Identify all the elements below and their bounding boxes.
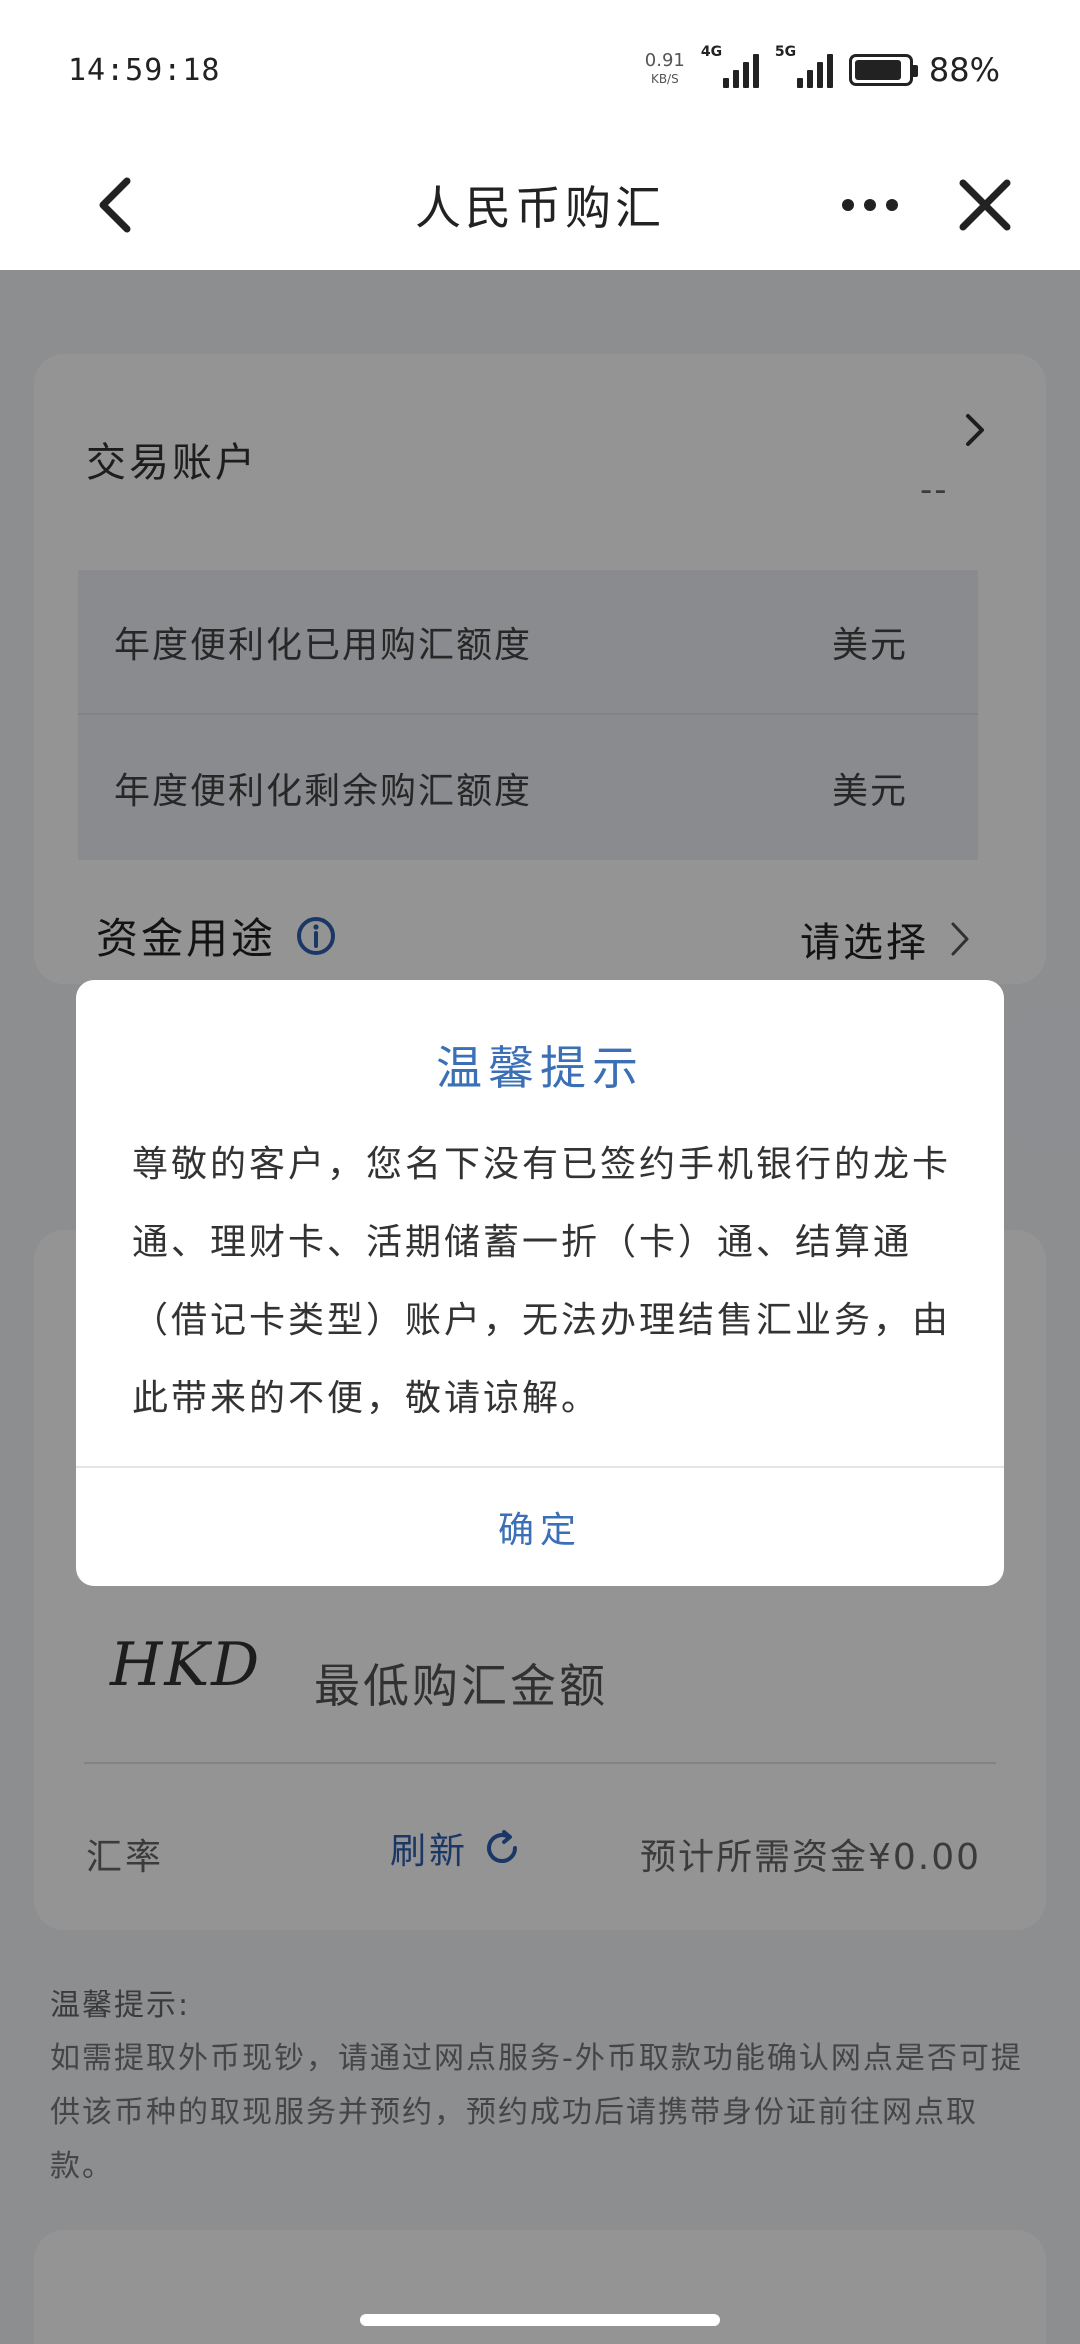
dialog-title: 温馨提示 <box>436 1041 644 1095</box>
more-horizontal-icon <box>842 199 854 211</box>
net-speed-unit: KB/S <box>650 72 679 86</box>
status-time: 14:59:18 <box>68 52 221 88</box>
battery-icon <box>848 54 918 86</box>
battery-percent: 88% <box>928 51 1000 89</box>
page-title: 人民币购汇 <box>415 181 665 235</box>
home-indicator[interactable] <box>360 2314 720 2326</box>
net-speed: 0.91 KB/S <box>645 52 685 88</box>
more-button[interactable] <box>830 170 910 240</box>
page: 14:59:18 0.91 KB/S 4G 5G 88% 人民币购汇 交易账户 … <box>0 0 1080 2344</box>
alert-dialog: 温馨提示 尊敬的客户，您名下没有已签约手机银行的龙卡通、理财卡、活期储蓄一折（卡… <box>76 980 1004 1586</box>
status-icons: 0.91 KB/S 4G 5G 88% <box>645 44 1000 89</box>
battery-fill <box>854 60 901 80</box>
status-bar: 14:59:18 0.91 KB/S 4G 5G 88% <box>0 0 1080 140</box>
nav-bar: 人民币购汇 <box>0 140 1080 270</box>
signal-4g-icon: 4G <box>701 44 759 88</box>
signal-5g-icon: 5G <box>775 44 833 88</box>
dialog-message: 尊敬的客户，您名下没有已签约手机银行的龙卡通、理财卡、活期储蓄一折（卡）通、结算… <box>132 1144 952 1419</box>
confirm-button[interactable]: 确定 <box>76 1468 1004 1586</box>
back-button[interactable] <box>80 170 150 240</box>
net-speed-value: 0.91 <box>644 50 685 71</box>
chevron-left-icon <box>99 177 131 233</box>
close-button[interactable] <box>950 170 1020 240</box>
close-icon <box>959 179 1011 231</box>
